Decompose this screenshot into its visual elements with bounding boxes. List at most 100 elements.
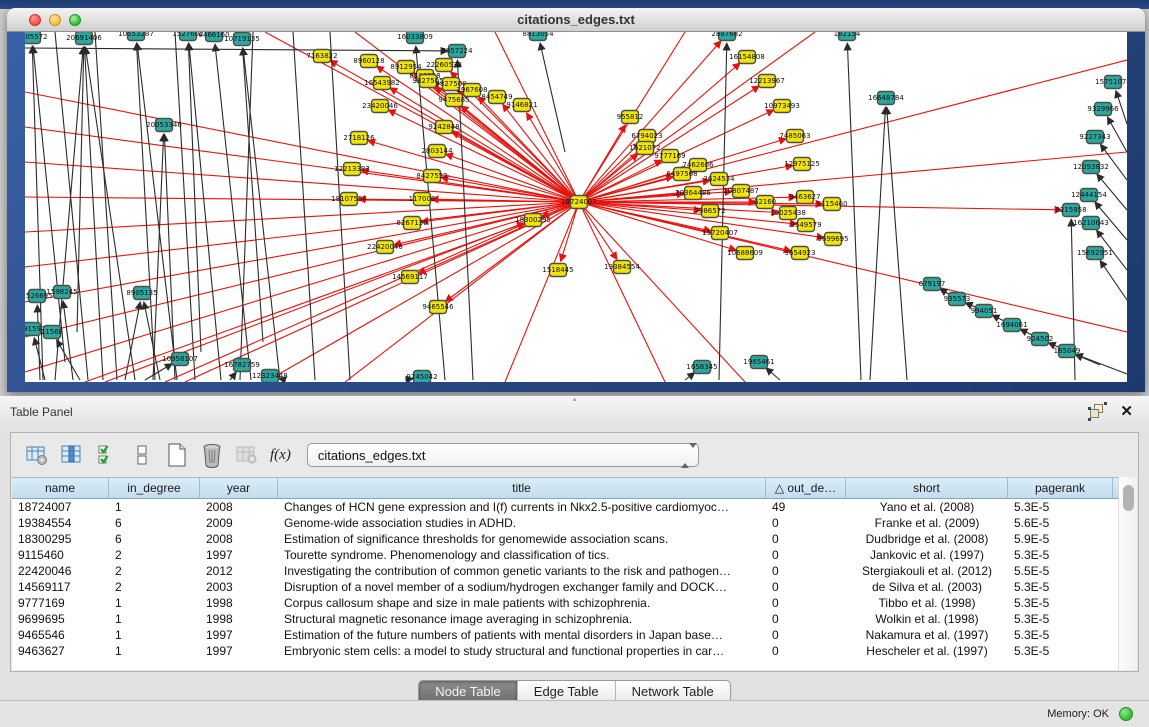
float-panel-icon[interactable] [1090,404,1105,419]
network-node-label: 18107554 [331,195,367,203]
column-header[interactable]: year [200,478,278,498]
table-row[interactable]: 1830029562008Estimation of significance … [12,531,1118,547]
table-cell: 0 [766,515,846,531]
table-row[interactable]: 977716911998Corpus callosum shape and si… [12,595,1118,611]
table-row[interactable]: 969969511998Structural magnetic resonanc… [12,611,1118,627]
network-canvas-svg: 1872400771638228960128891295422260538818… [25,32,1127,382]
network-node-label: 14569117 [392,273,428,281]
table-row[interactable]: 946554611997Estimation of the future num… [12,627,1118,643]
table-cell: Disruption of a novel member of a sodium… [278,579,766,595]
delete-column-button[interactable] [196,439,228,471]
table-row[interactable]: 1456911722003Disruption of a novel membe… [12,579,1118,595]
table-cell: Yano et al. (2008) [846,499,1008,515]
table-cell: 5.3E-5 [1008,595,1113,611]
table-cell: 22420046 [12,563,109,579]
network-node-label: 9777169 [654,152,685,160]
network-node-label: 9654923 [784,249,815,257]
table-cell: 2008 [200,499,278,515]
network-node-label: 12444154 [1071,191,1107,199]
network-node-label: 9549579 [790,221,821,229]
table-row[interactable]: 946362711997Embryonic stem cells: a mode… [12,643,1118,659]
network-node-label: 8960128 [353,57,384,65]
network-node-label: 2887682 [711,32,742,38]
table-cell: 1 [109,643,200,659]
table-vertical-scrollbar[interactable] [1118,477,1137,670]
network-node-label: 12213383 [334,165,370,173]
network-node-label: 19384554 [604,263,640,271]
network-node-label: 16154808 [729,53,765,61]
show-columns-button[interactable] [56,439,88,471]
table-cell: 2008 [200,531,278,547]
column-header[interactable]: short [846,478,1008,498]
table-cell: Estimation of significance thresholds fo… [278,531,766,547]
network-node-label: 15692951 [1077,249,1113,257]
network-node-label: 12975125 [784,160,820,168]
select-all-columns-button[interactable] [91,439,123,471]
table-cell: 1998 [200,611,278,627]
network-node-label: 16543982 [364,79,400,87]
table-cell: 6 [109,515,200,531]
table-cell: 9463627 [12,643,109,659]
table-row[interactable]: 1938455462009Genome-wide association stu… [12,515,1118,531]
table-mode-button[interactable] [21,439,53,471]
table-panel-header: ▴ Table Panel ✕ [0,396,1149,428]
network-node-label: 955812 [617,113,644,121]
network-node-label: 7485063 [779,132,810,140]
delete-table-button-disabled [231,439,263,471]
table-cell: 0 [766,531,846,547]
network-node-label: 9329966 [1087,105,1119,113]
table-cell: 9465546 [12,627,109,643]
network-node-label: 10807487 [723,187,759,195]
table-cell: 5.3E-5 [1008,499,1113,515]
memory-ok-indicator-icon [1119,707,1133,721]
network-node-label: 165049 [1054,347,1081,355]
table-cell: 5.9E-5 [1008,531,1113,547]
network-node-label: 16210643 [1073,219,1109,227]
table-row[interactable]: 911546021997Tourette syndrome. Phenomeno… [12,547,1118,563]
network-canvas[interactable]: 1872400771638228960128891295422260538818… [25,32,1127,382]
table-row[interactable]: 1872400712008Changes of HCN gene express… [12,499,1118,515]
table-cell: 1997 [200,627,278,643]
network-node-label: 10958107 [162,355,198,363]
column-header[interactable]: name [12,478,109,498]
close-panel-icon[interactable]: ✕ [1120,402,1133,420]
table-panel: ▴ Table Panel ✕ [0,396,1149,727]
network-node-label: 16033809 [397,33,433,41]
table-cell: Estimation of the future numbers of pati… [278,627,766,643]
table-cell: de Silva et al. (2003) [846,579,1008,595]
table-cell: 5.3E-5 [1008,611,1113,627]
network-node-label: 3624534 [703,175,735,183]
network-window-titlebar[interactable]: citations_edges.txt [7,8,1145,32]
table-cell: 18300295 [12,531,109,547]
column-header[interactable]: pagerank [1008,478,1113,498]
dropdown-arrows-icon [681,448,690,464]
table-selector-dropdown[interactable]: citations_edges.txt [307,443,699,467]
table-cell: 0 [766,595,846,611]
network-node-label: 12323448 [252,372,288,380]
table-cell: 5.3E-5 [1008,627,1113,643]
network-node-label: 2718126 [343,134,375,142]
table-cell: 9699695 [12,611,109,627]
table-cell: 9115460 [12,547,109,563]
node-table: namein_degreeyeartitle△ out_de…shortpage… [12,477,1118,670]
network-node-label: 9242848 [428,123,459,131]
unselect-all-columns-button[interactable] [126,439,158,471]
network-node-label: 10973493 [764,102,800,110]
table-cell: 2 [109,547,200,563]
column-header[interactable]: in_degree [109,478,200,498]
network-node-label: 16782759 [224,361,260,369]
table-row[interactable]: 2242004622012Investigating the contribut… [12,563,1118,579]
table-header-row[interactable]: namein_degreeyeartitle△ out_de…shortpage… [12,477,1118,499]
function-builder-button[interactable]: f(x) [270,447,291,464]
network-node-label: 10553287 [118,32,154,38]
network-node-label: 2405572 [25,33,48,41]
network-node-label: 62160 [754,198,776,206]
column-header[interactable]: △ out_de… [766,478,846,498]
column-header[interactable]: title [278,478,766,498]
split-resize-handle[interactable]: ▴ [571,397,579,402]
network-node-label: 20364486 [675,189,711,197]
scrollbar-thumb[interactable] [1123,485,1134,511]
create-column-button[interactable] [161,439,193,471]
table-cell: Nakamura et al. (1997) [846,627,1008,643]
network-node-label: 994051 [971,307,998,315]
